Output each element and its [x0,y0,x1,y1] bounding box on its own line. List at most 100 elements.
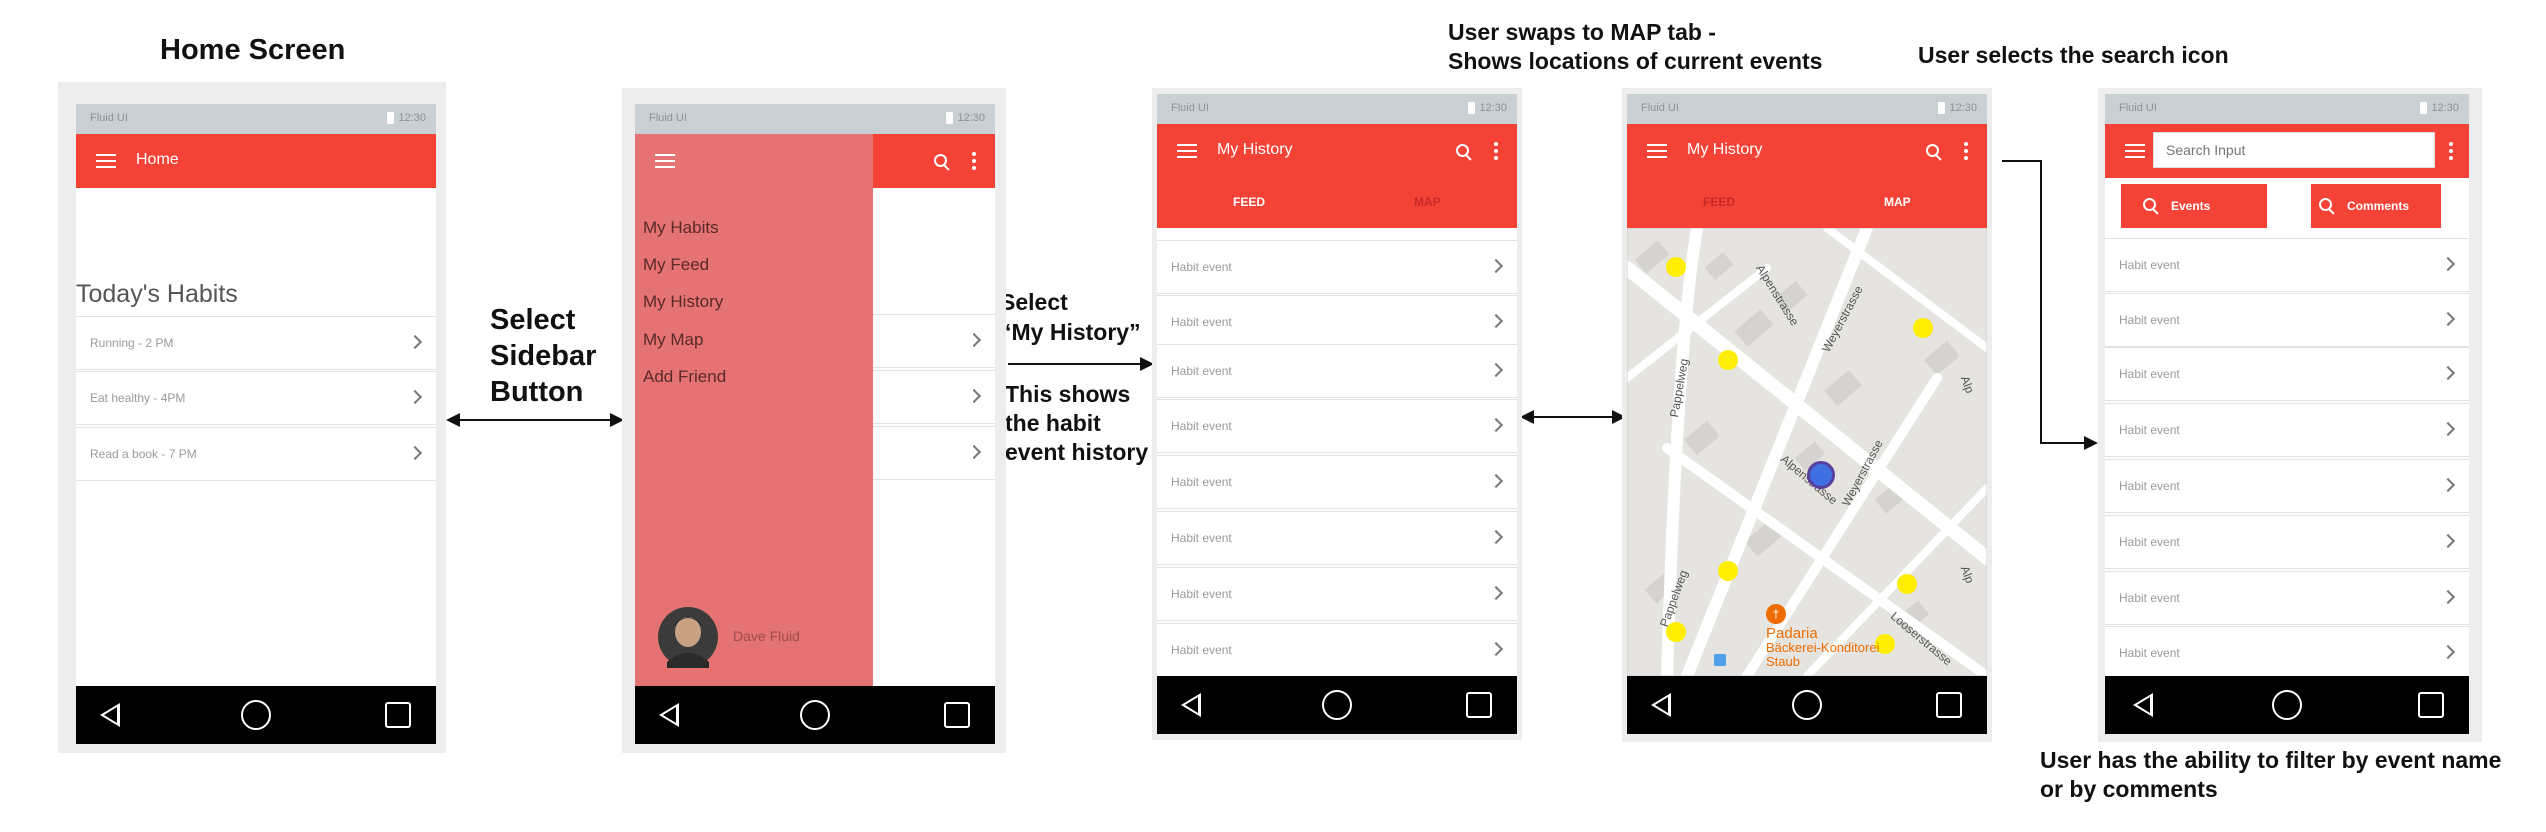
chevron-right-icon [1488,529,1504,545]
home-screen: Fluid UI 12:30 Home Today's Habits Runni… [76,104,436,744]
back-nav-icon[interactable] [1181,693,1201,717]
recents-nav-icon[interactable] [1466,692,1492,718]
event-label: Habit event [1171,531,1232,545]
habit-row[interactable]: Eat healthy - 4PM [76,371,436,425]
chevron-right-icon [966,388,982,404]
sidebar-item-my-map[interactable]: My Map [643,330,703,350]
hamburger-icon[interactable] [2125,144,2145,158]
app-bar: My History [1157,124,1517,178]
recents-nav-icon[interactable] [944,702,970,728]
home-nav-icon[interactable] [241,700,271,730]
back-nav-icon[interactable] [1651,693,1671,717]
overflow-menu-icon[interactable] [2449,142,2453,160]
event-marker[interactable] [1913,318,1933,338]
event-row[interactable]: Habit event [1157,399,1517,453]
history-screen: Fluid UI 12:30 My History FEED MAP Habit… [1157,94,1517,734]
recents-nav-icon[interactable] [1936,692,1962,718]
sidebar-item-my-feed[interactable]: My Feed [643,255,709,275]
nav-bar [635,686,995,744]
event-row[interactable]: Habit event [2105,403,2469,457]
caption-line: event history [1005,439,1149,465]
battery-icon [387,112,394,124]
home-nav-icon[interactable] [800,700,830,730]
home-nav-icon[interactable] [1322,690,1352,720]
event-marker[interactable] [1897,574,1917,594]
status-bar: Fluid UI 12:30 [76,104,436,134]
overflow-menu-icon[interactable] [1964,142,1968,160]
tab-map[interactable]: MAP [1884,195,1911,209]
search-icon [2143,198,2159,215]
event-row[interactable]: Habit event [2105,515,2469,569]
hamburger-icon[interactable] [655,154,675,168]
search-icon[interactable] [1926,144,1942,161]
event-marker[interactable] [1718,561,1738,581]
recents-nav-icon[interactable] [385,702,411,728]
event-label: Habit event [2119,258,2180,272]
tab-feed[interactable]: FEED [1233,195,1265,209]
caption-line: “My History” [1000,319,1141,345]
event-row[interactable]: Habit event [2105,293,2469,347]
habit-row[interactable]: Read a book - 7 PM [76,427,436,481]
user-name: Dave Fluid [733,628,800,644]
event-row[interactable]: Habit event [1157,344,1517,398]
user-location-marker [1807,461,1835,489]
hamburger-icon[interactable] [1177,144,1197,158]
habit-row[interactable]: Running - 2 PM [76,316,436,370]
home-nav-icon[interactable] [1792,690,1822,720]
nav-bar [2105,676,2469,734]
caption-select-sidebar: Select Sidebar Button [490,302,596,410]
overflow-menu-icon[interactable] [1494,142,1498,160]
search-input[interactable] [2153,132,2435,168]
tab-bar: FEED MAP [1157,178,1517,228]
event-marker[interactable] [1666,622,1686,642]
filter-comments-button[interactable]: Comments [2311,184,2441,228]
search-icon[interactable] [934,154,950,171]
map-view[interactable] [1627,228,1987,676]
habit-label: Read a book - 7 PM [90,447,197,461]
event-row[interactable]: Habit event [2105,459,2469,513]
tab-feed[interactable]: FEED [1703,195,1735,209]
carrier-label: Fluid UI [649,112,687,124]
caption-map-swap: User swaps to MAP tab - Shows locations … [1448,18,1822,76]
home-nav-icon[interactable] [2272,690,2302,720]
chevron-right-icon [407,389,423,405]
avatar [658,607,718,668]
section-heading: Today's Habits [76,280,238,308]
sidebar-item-add-friend[interactable]: Add Friend [643,367,726,387]
back-nav-icon[interactable] [100,703,120,727]
event-row[interactable]: Habit event [2105,347,2469,401]
chevron-right-icon [2440,365,2456,381]
sidebar-item-my-habits[interactable]: My Habits [643,218,719,238]
filter-events-button[interactable]: Events [2121,184,2267,228]
tab-map[interactable]: MAP [1414,195,1441,209]
event-row[interactable]: Habit event [1157,295,1517,349]
poi-line: Staub [1766,654,1800,669]
hamburger-icon[interactable] [1647,144,1667,158]
event-row[interactable]: Habit event [2105,571,2469,625]
chevron-right-icon [2440,477,2456,493]
event-row[interactable]: Habit event [1157,511,1517,565]
search-icon[interactable] [1456,144,1472,161]
event-row[interactable]: Habit event [1157,455,1517,509]
event-row[interactable]: Habit event [2105,238,2469,292]
caption-line: the habit [1005,410,1101,436]
clock-label: 12:30 [2431,102,2459,114]
back-nav-icon[interactable] [2133,693,2153,717]
event-row[interactable]: Habit event [1157,623,1517,677]
overflow-menu-icon[interactable] [972,152,976,170]
chevron-right-icon [1488,313,1504,329]
recents-nav-icon[interactable] [2418,692,2444,718]
event-marker[interactable] [1718,350,1738,370]
back-nav-icon[interactable] [659,703,679,727]
event-marker[interactable] [1666,257,1686,277]
caption-line: This shows [1005,381,1131,407]
chevron-right-icon [1488,258,1504,274]
nav-bar [76,686,436,744]
event-row[interactable]: Habit event [2105,626,2469,680]
sidebar-screen: Fluid UI 12:30 My Habits My Feed My Hist… [635,104,995,744]
event-row[interactable]: Habit event [1157,240,1517,294]
sidebar-item-my-history[interactable]: My History [643,292,723,312]
hamburger-icon[interactable] [96,154,116,168]
restaurant-icon[interactable]: † [1766,604,1786,624]
event-row[interactable]: Habit event [1157,567,1517,621]
